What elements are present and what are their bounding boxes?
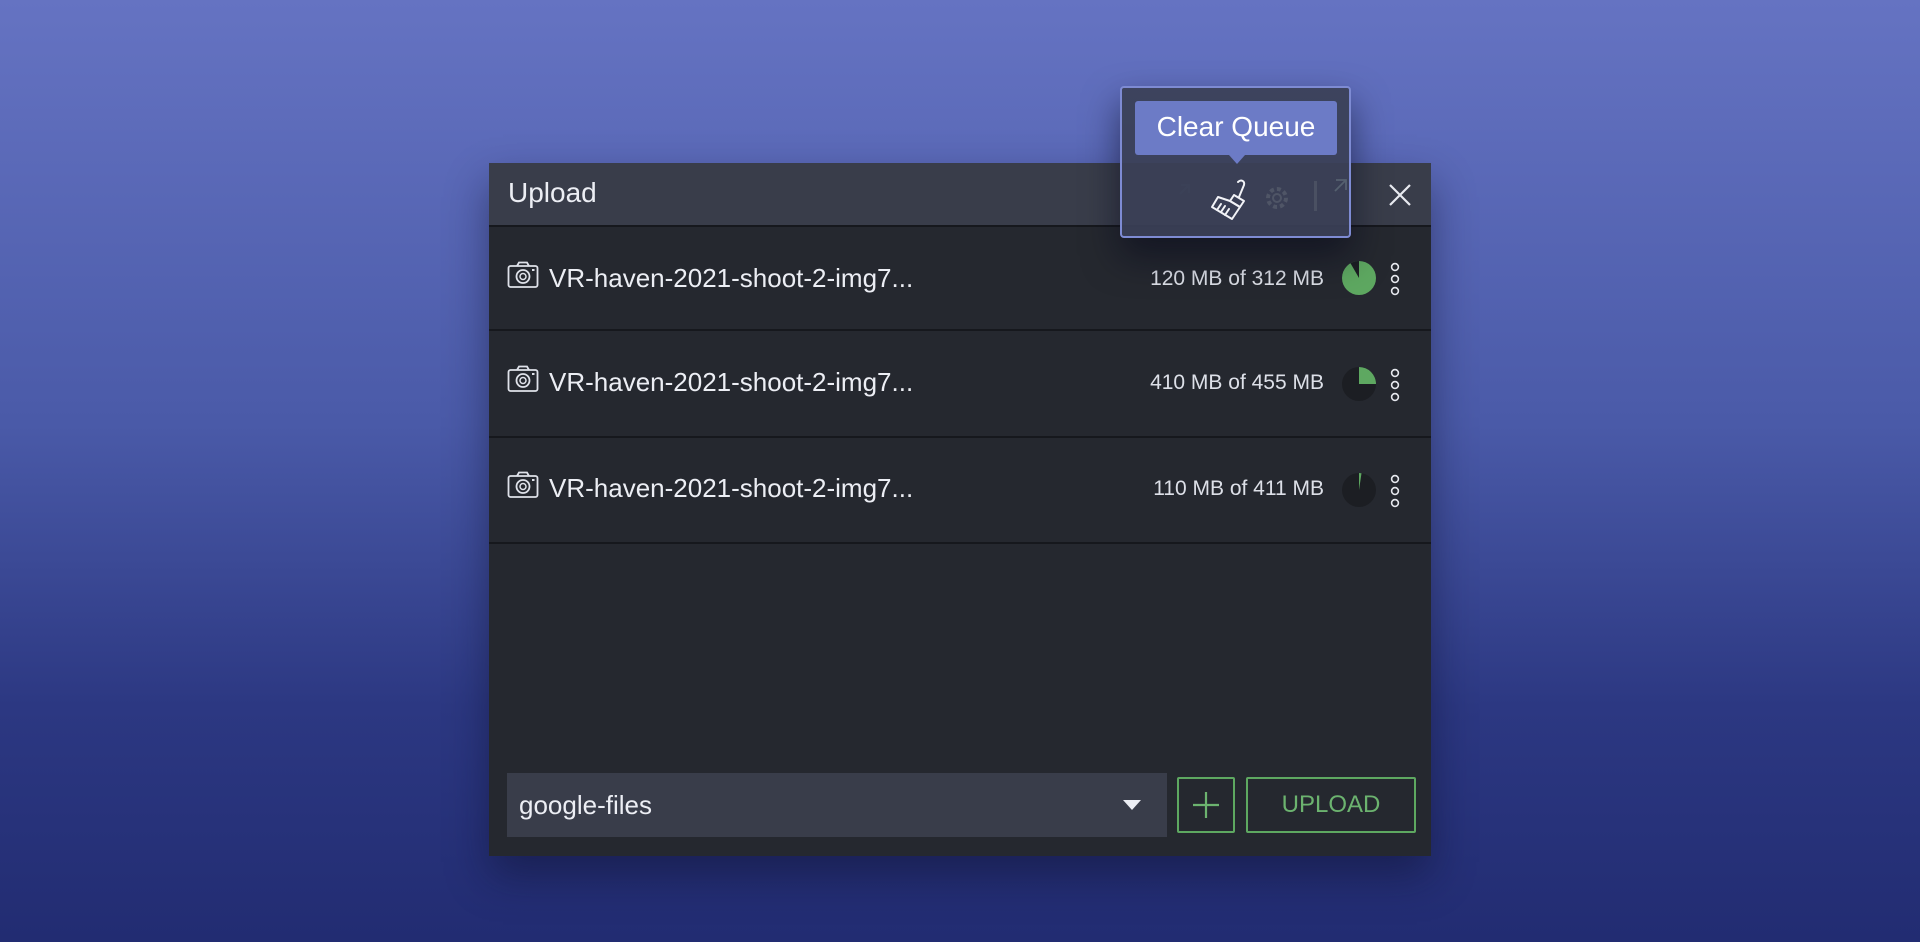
upload-button[interactable]: UPLOAD: [1246, 777, 1416, 833]
camera-icon: [507, 471, 539, 498]
progress-pie: [1342, 261, 1376, 295]
progress-pie: [1342, 473, 1376, 507]
plus-icon: [1193, 792, 1219, 818]
more-options-icon[interactable]: [1387, 368, 1403, 402]
upload-panel: Upload VR-haven-2021-shoot-2-img7... 120…: [489, 163, 1431, 856]
tooltip-arrow: [1229, 155, 1245, 164]
add-button[interactable]: [1177, 777, 1235, 833]
file-size: 410 MB of 455 MB: [1150, 371, 1324, 394]
file-name: VR-haven-2021-shoot-2-img7...: [549, 473, 914, 503]
file-row[interactable]: VR-haven-2021-shoot-2-img7... 410 MB of …: [489, 331, 1431, 438]
clear-queue-tooltip: Clear Queue: [1135, 101, 1337, 155]
destination-value: google-files: [519, 790, 652, 820]
camera-icon: [507, 365, 539, 392]
file-name: VR-haven-2021-shoot-2-img7...: [549, 263, 914, 293]
more-options-icon[interactable]: [1387, 474, 1403, 508]
file-size: 110 MB of 411 MB: [1153, 477, 1324, 500]
gear-icon[interactable]: [1261, 182, 1293, 214]
file-row[interactable]: VR-haven-2021-shoot-2-img7... 110 MB of …: [489, 438, 1431, 544]
close-icon[interactable]: [1384, 179, 1416, 211]
file-size: 120 MB of 312 MB: [1150, 267, 1324, 290]
expand-icon[interactable]: [1322, 176, 1350, 206]
toolbar-popover: Clear Queue: [1120, 86, 1351, 238]
chevron-down-icon: [1123, 800, 1141, 810]
progress-pie: [1342, 367, 1376, 401]
broom-icon[interactable]: [1208, 176, 1256, 224]
camera-icon: [507, 261, 539, 288]
panel-title: Upload: [508, 177, 597, 208]
file-name: VR-haven-2021-shoot-2-img7...: [549, 367, 914, 397]
destination-select[interactable]: google-files: [507, 773, 1167, 837]
more-options-icon[interactable]: [1387, 262, 1403, 296]
file-row[interactable]: VR-haven-2021-shoot-2-img7... 120 MB of …: [489, 227, 1431, 331]
toolbar-separator: [1314, 181, 1317, 211]
